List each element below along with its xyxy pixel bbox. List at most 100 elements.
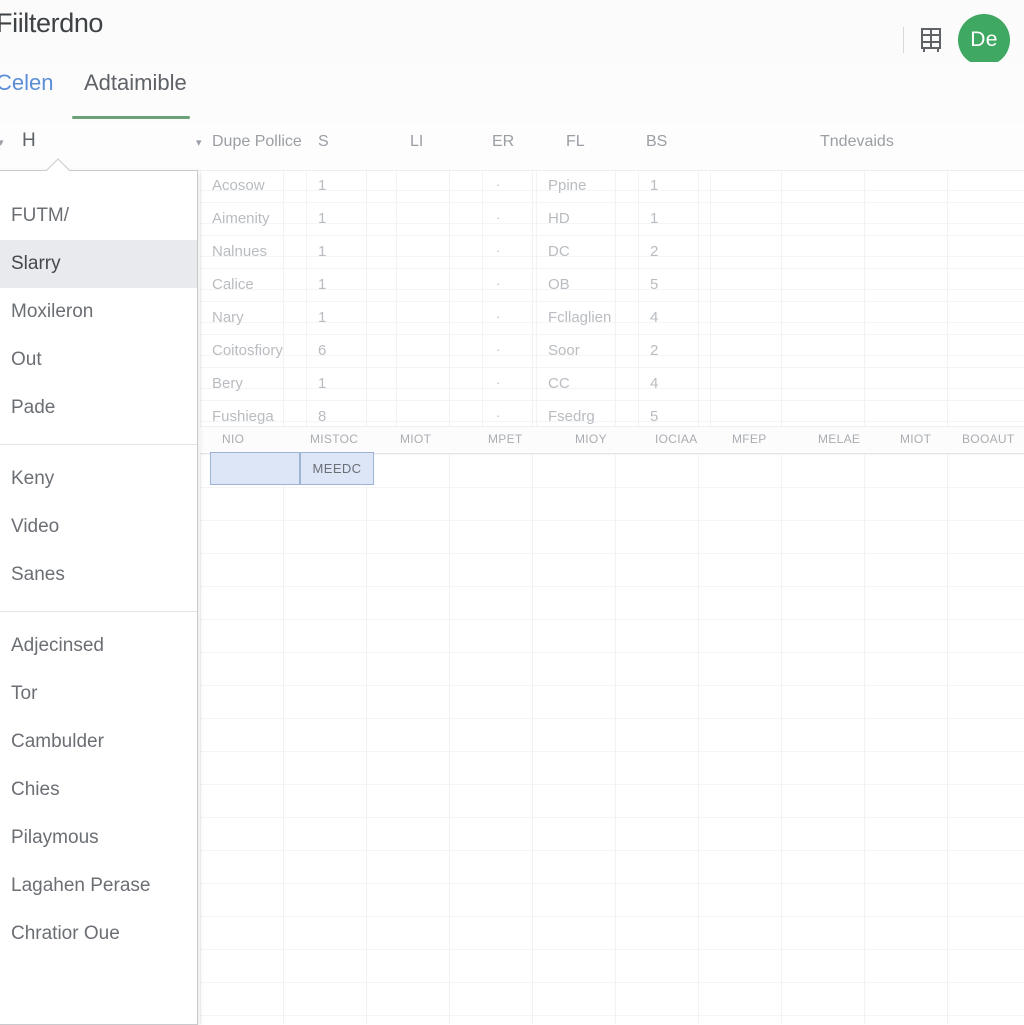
subheader-melae[interactable]: MELAE [818,432,860,446]
table-row[interactable]: Aimenity 1 · HD 1 [200,203,1024,236]
cell-name: Fushiega [212,408,274,425]
cell-s: 1 [318,210,327,227]
menu-item-slarry[interactable]: Slarry [0,240,197,288]
subheader-mpet[interactable]: MPET [488,432,523,446]
cell-name: Nalnues [212,243,268,260]
selection-row: MEEDC [200,452,1024,486]
active-tab-underline [72,116,190,119]
cell-s: 6 [318,342,327,359]
chevron-down-icon-right[interactable]: ▾ [196,136,202,149]
menu-item-keny[interactable]: Keny [0,455,197,503]
subheader-nio[interactable]: NIO [222,432,244,446]
subheader-iociaa[interactable]: IOCIAA [655,432,697,446]
subheader-mioy[interactable]: MIOY [575,432,607,446]
cell-name: Nary [212,309,244,326]
filter-dropdown-menu[interactable]: FUTM/ Slarry Moxileron Out Pade Keny Vid… [0,170,198,1025]
menu-item-lagahen-perase[interactable]: Lagahen Perase [0,862,197,910]
menu-item-chies[interactable]: Chies [0,766,197,814]
cell-er: · [496,408,501,423]
table-row[interactable]: Acosow 1 · Ppine 1 [200,170,1024,203]
menu-item-video[interactable]: Video [0,503,197,551]
table-row[interactable]: Nary 1 · Fcllaglien 4 [200,302,1024,335]
column-header-row: ▾ H ▾ Dupe Pollice S LI ER FL BS Tndevai… [0,124,1024,171]
cell-s: 1 [318,243,327,260]
column-header-tndevaids[interactable]: Tndevaids [820,133,894,151]
column-header-s[interactable]: S [318,133,329,151]
cell-fl: Fcllaglien [548,309,612,326]
cell-fl: CC [548,375,570,392]
subheader-mfep[interactable]: MFEP [732,432,767,446]
table-grid-icon[interactable] [918,26,944,54]
cell-bs: 5 [650,276,659,293]
table-row[interactable]: Nalnues 1 · DC 2 [200,236,1024,269]
cell-fl: Fsedrg [548,408,595,425]
cell-s: 8 [318,408,327,425]
secondary-header-row: NIO MISTOC MIOT MPET MIOY IOCIAA MFEP ME… [200,426,1024,454]
cell-er: · [496,243,501,258]
chevron-down-icon-left[interactable]: ▾ [0,136,4,149]
cell-er: · [496,276,501,291]
cell-er: · [496,177,501,192]
cell-bs: 1 [650,177,659,194]
menu-item-sanes[interactable]: Sanes [0,551,197,599]
top-bar: Fiilterdno De [0,0,1024,66]
cell-bs: 2 [650,243,659,260]
cell-s: 1 [318,276,327,293]
tab-adtaimible[interactable]: Adtaimible [84,70,187,114]
menu-item-pade[interactable]: Pade [0,384,197,432]
column-header-name[interactable]: Dupe Pollice [212,133,302,151]
menu-item-cambulder[interactable]: Cambulder [0,718,197,766]
menu-item-futm[interactable]: FUTM/ [0,192,197,240]
table-row[interactable]: Bery 1 · CC 4 [200,368,1024,401]
avatar[interactable]: De [958,14,1010,66]
column-header-bs[interactable]: BS [646,133,667,151]
cell-bs: 5 [650,408,659,425]
cell-s: 1 [318,375,327,392]
cell-fl: OB [548,276,570,293]
table-row[interactable]: Calice 1 · OB 5 [200,269,1024,302]
cell-name: Bery [212,375,243,392]
tab-celen[interactable]: Celen [0,70,53,114]
cell-fl: Ppine [548,177,587,194]
cell-s: 1 [318,177,327,194]
cell-bs: 4 [650,375,659,392]
menu-item-adjecinsed[interactable]: Adjecinsed [0,622,197,670]
menu-item-pilaymous[interactable]: Pilaymous [0,814,197,862]
menu-item-tor[interactable]: Tor [0,670,197,718]
cell-er: · [496,375,501,390]
selected-cell-b-value: MEEDC [312,461,362,476]
cell-s: 1 [318,309,327,326]
cell-bs: 1 [650,210,659,227]
cell-er: · [496,342,501,357]
cell-name: Coitosfiory [212,342,283,359]
menu-item-out[interactable]: Out [0,336,197,384]
page-title: Fiilterdno [0,8,104,38]
top-bar-actions: De [903,14,1010,66]
toolbar-divider [903,27,904,53]
data-table: Acosow 1 · Ppine 1 Aimenity 1 · HD 1 Nal… [200,170,1024,434]
subheader-mistoc[interactable]: MISTOC [310,432,358,446]
column-header-er[interactable]: ER [492,133,514,151]
subheader-miot-2[interactable]: MIOT [900,432,931,446]
menu-separator-2 [0,611,197,612]
menu-item-chratior-oue[interactable]: Chratior Oue [0,910,197,958]
cell-fl: DC [548,243,570,260]
column-header-fl[interactable]: FL [566,133,585,151]
column-header-li[interactable]: LI [410,133,423,151]
cell-fl: Soor [548,342,580,359]
table-row[interactable]: Coitosfiory 6 · Soor 2 [200,335,1024,368]
cell-bs: 4 [650,309,659,326]
menu-separator-1 [0,444,197,445]
cell-fl: HD [548,210,570,227]
cell-bs: 2 [650,342,659,359]
cell-name: Calice [212,276,254,293]
filter-column-label: H [22,130,36,151]
menu-item-moxileron[interactable]: Moxileron [0,288,197,336]
selected-cell-a[interactable] [210,452,300,485]
selected-cell-b[interactable]: MEEDC [300,452,374,485]
cell-er: · [496,309,501,324]
subheader-booaut[interactable]: BOOAUT [962,432,1014,446]
subheader-miot-1[interactable]: MIOT [400,432,431,446]
cell-er: · [496,210,501,225]
tab-strip: Celen Adtaimible [0,62,1024,124]
